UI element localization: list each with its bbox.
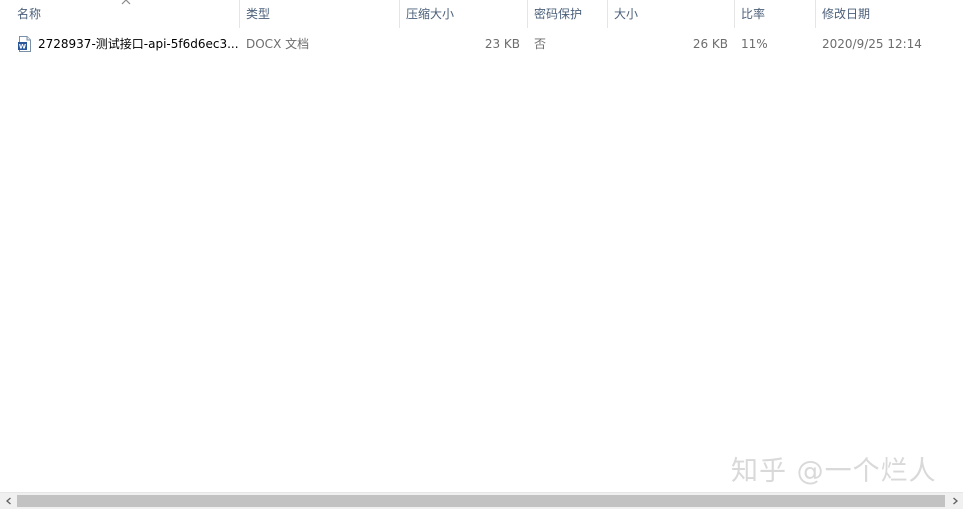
column-header-password-label: 密码保护 [534,7,583,21]
column-header-type[interactable]: 类型 [240,0,399,28]
chevron-left-icon [5,497,11,505]
column-header-modified-date[interactable]: 修改日期 [816,0,963,28]
file-password-protected: 否 [534,37,547,51]
column-header-compressed-size-label: 压缩大小 [406,7,455,21]
column-header-compressed-size[interactable]: 压缩大小 [400,0,527,28]
column-header-password[interactable]: 密码保护 [528,0,607,28]
column-header-modified-date-label: 修改日期 [822,7,871,21]
scroll-right-button[interactable] [946,493,963,509]
chevron-right-icon [952,497,958,505]
word-document-icon: W [18,36,31,52]
chevron-up-icon [121,0,131,5]
horizontal-scrollbar[interactable] [0,492,963,509]
column-header-row: 名称 类型 压缩大小 密码保护 大小 比率 修改日期 [0,0,963,28]
file-type: DOCX 文档 [246,37,310,51]
svg-text:W: W [19,43,26,51]
column-header-name-label: 名称 [17,7,42,21]
column-header-size-label: 大小 [614,7,639,21]
file-name: 2728937-测试接口-api-5f6d6ec3... [38,37,238,51]
archive-file-list: 名称 类型 压缩大小 密码保护 大小 比率 修改日期 W 2728937-测试接… [0,0,963,509]
column-header-size[interactable]: 大小 [608,0,734,28]
column-header-ratio[interactable]: 比率 [735,0,815,28]
file-compressed-size: 23 KB [484,37,520,51]
scroll-thumb[interactable] [17,495,945,507]
column-header-type-label: 类型 [246,7,271,21]
file-row[interactable]: W 2728937-测试接口-api-5f6d6ec3... DOCX 文档 2… [14,33,949,55]
file-modified-date: 2020/9/25 12:14 [822,37,922,51]
file-ratio: 11% [741,37,768,51]
column-header-ratio-label: 比率 [741,7,766,21]
file-size: 26 KB [692,37,728,51]
scroll-left-button[interactable] [0,493,17,509]
watermark: 知乎 @一个烂人 [731,456,937,487]
